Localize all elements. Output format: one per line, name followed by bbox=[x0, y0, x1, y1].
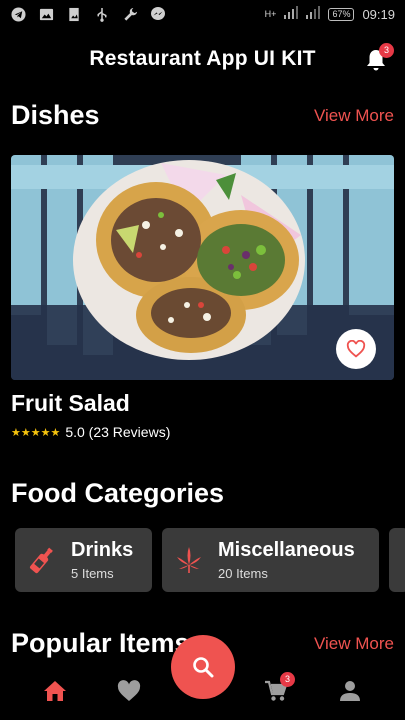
usb-icon bbox=[94, 6, 110, 22]
clock: 09:19 bbox=[362, 6, 395, 22]
heart-icon bbox=[117, 680, 141, 701]
category-card-miscellaneous[interactable]: Miscellaneous 20 Items bbox=[162, 528, 379, 592]
rating-row: ★★★★★ 5.0 (23 Reviews) bbox=[11, 424, 170, 440]
view-more-dishes-link[interactable]: View More bbox=[314, 106, 394, 126]
dish-name[interactable]: Fruit Salad bbox=[11, 390, 130, 417]
wrench-icon bbox=[122, 6, 138, 22]
dishes-header: Dishes View More bbox=[11, 100, 394, 131]
dish-image[interactable] bbox=[11, 155, 394, 380]
telegram-icon bbox=[10, 6, 26, 22]
category-count: 5 Items bbox=[71, 566, 114, 581]
nav-home[interactable] bbox=[42, 678, 68, 704]
categories-header: Food Categories bbox=[11, 478, 394, 509]
notification-badge: 3 bbox=[379, 43, 394, 58]
home-icon bbox=[44, 681, 66, 701]
app-bar: Restaurant App UI KIT 3 bbox=[0, 40, 405, 78]
signal-icon-2 bbox=[306, 6, 321, 22]
notifications-button[interactable]: 3 bbox=[365, 43, 394, 72]
leaf-icon bbox=[174, 545, 204, 575]
heart-outline-icon bbox=[346, 340, 366, 358]
section-title-popular: Popular Items bbox=[11, 628, 190, 658]
category-count: 20 Items bbox=[218, 566, 268, 581]
battery-indicator: 67% bbox=[328, 7, 355, 21]
section-title-dishes: Dishes bbox=[11, 100, 100, 130]
category-card-drinks[interactable]: Drinks 5 Items bbox=[15, 528, 152, 592]
image-icon bbox=[38, 6, 54, 22]
nav-favorites[interactable] bbox=[116, 678, 142, 704]
signal-icon bbox=[284, 6, 299, 22]
section-title-categories: Food Categories bbox=[11, 478, 225, 508]
rating-text: 5.0 (23 Reviews) bbox=[65, 424, 171, 440]
view-more-popular-link[interactable]: View More bbox=[314, 634, 394, 654]
category-name: Drinks bbox=[71, 539, 134, 561]
search-icon bbox=[193, 657, 214, 678]
nav-profile[interactable] bbox=[337, 678, 363, 704]
category-card-partial[interactable] bbox=[389, 528, 405, 592]
favorite-button[interactable] bbox=[336, 329, 376, 369]
category-list: Drinks 5 Items Miscellaneous 20 Items bbox=[15, 528, 405, 592]
search-fab[interactable] bbox=[171, 635, 235, 699]
photo-album-icon bbox=[66, 6, 82, 22]
cart-badge: 3 bbox=[280, 672, 295, 687]
network-type: H+ bbox=[264, 9, 277, 19]
profile-icon bbox=[340, 681, 360, 701]
status-bar: H+ 67% 09:19 bbox=[0, 0, 405, 28]
nav-cart[interactable]: 3 bbox=[263, 672, 295, 704]
app-title: Restaurant App UI KIT bbox=[89, 47, 316, 70]
star-rating: ★★★★★ bbox=[11, 426, 61, 439]
bottle-icon bbox=[27, 545, 57, 575]
messenger-icon bbox=[150, 6, 166, 22]
category-name: Miscellaneous bbox=[218, 539, 355, 561]
